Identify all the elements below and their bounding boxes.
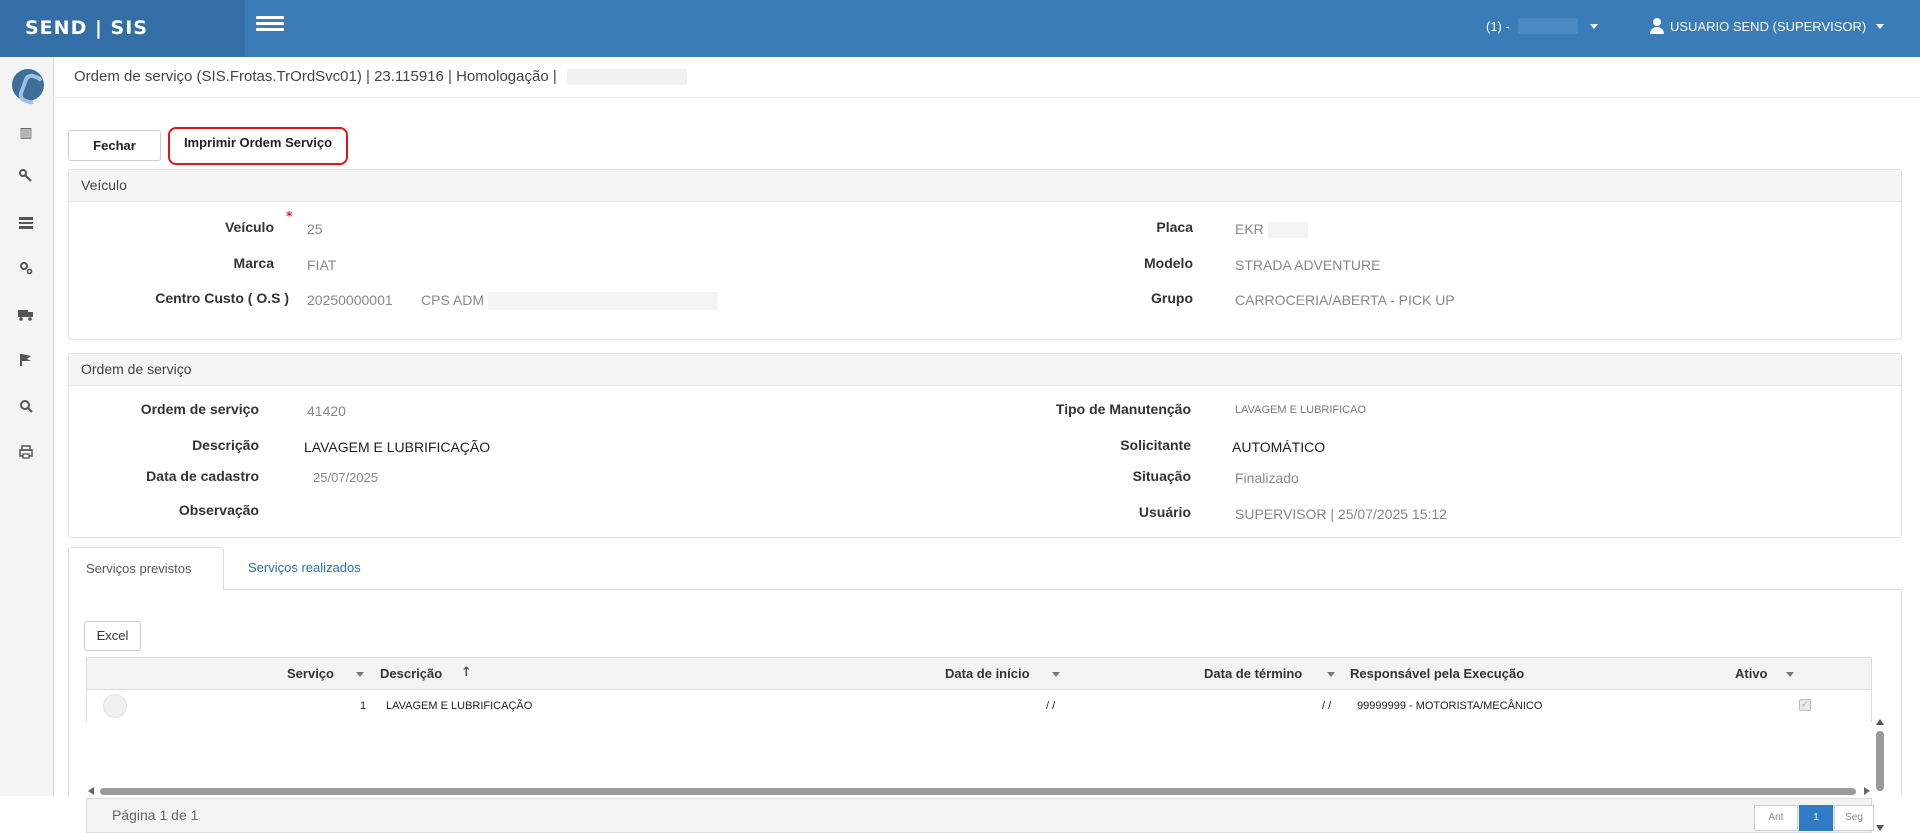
col-data-inicio[interactable]: Data de início: [945, 666, 1030, 681]
sort-ativo-icon[interactable]: [1786, 672, 1794, 677]
sort-ascending-icon[interactable]: ↑: [461, 665, 472, 680]
prev-page-button[interactable]: Ant: [1754, 805, 1798, 831]
company-label: (1) -: [1486, 18, 1510, 34]
chevron-down-icon: [1589, 23, 1598, 29]
bar-chart-icon[interactable]: ▥: [16, 123, 36, 143]
excel-export-button[interactable]: Excel: [84, 621, 141, 651]
brand-logo[interactable]: SEND | SIS: [0, 0, 245, 57]
col-ativo[interactable]: Ativo: [1735, 666, 1768, 681]
services-grid: Serviço Descrição ↑ Data de início Data …: [86, 657, 1885, 833]
wrench-icon[interactable]: [16, 169, 36, 189]
print-icon[interactable]: [16, 445, 36, 465]
scroll-left-icon[interactable]: [88, 787, 94, 795]
col-responsavel[interactable]: Responsável pela Execução: [1350, 666, 1524, 681]
company-selector[interactable]: (1) -: [1486, 18, 1598, 34]
flag-icon[interactable]: [16, 353, 36, 373]
search-icon[interactable]: [16, 399, 36, 419]
view-row-button[interactable]: [103, 694, 127, 718]
chevron-down-icon: [1876, 23, 1885, 29]
sort-servico-icon[interactable]: [356, 672, 364, 677]
sort-data-termino-icon[interactable]: [1327, 672, 1335, 677]
pager-info: Página 1 de 1: [112, 807, 199, 823]
cell-descricao: LAVAGEM E LUBRIFICAÇÃO: [386, 700, 533, 712]
tab-bar: Serviços previstos Serviços realizados: [68, 547, 1902, 591]
truck-icon[interactable]: [16, 307, 36, 327]
cell-data-inicio: / /: [1046, 700, 1056, 712]
table-row[interactable]: 1 LAVAGEM E LUBRIFICAÇÃO / / / / 9999999…: [86, 690, 1872, 722]
top-bar: SEND | SIS (1) - USUARIO SEND (SUPERVISO…: [0, 0, 1920, 57]
vertical-scroll-thumb[interactable]: [1876, 731, 1884, 791]
pager: Página 1 de 1 Ant 1 Seg: [86, 798, 1874, 833]
hamburger-menu-icon[interactable]: [256, 16, 284, 36]
page-1-button[interactable]: 1: [1799, 805, 1833, 831]
tab-servicos-realizados[interactable]: Serviços realizados: [231, 547, 378, 591]
scroll-down-icon[interactable]: [1876, 825, 1884, 831]
cell-servico: 1: [360, 700, 367, 712]
horizontal-scroll-thumb[interactable]: [100, 788, 1856, 795]
next-page-button[interactable]: Seg: [1834, 805, 1874, 831]
ativo-checkbox[interactable]: ✓: [1799, 699, 1811, 711]
app-logo-icon[interactable]: [12, 69, 44, 101]
company-name-redacted: [1517, 18, 1578, 34]
tab-servicos-previstos[interactable]: Serviços previstos: [68, 547, 224, 591]
tabs-region: Serviços previstos Serviços realizados E…: [55, 57, 1920, 833]
col-servico[interactable]: Serviço: [287, 666, 334, 681]
list-icon[interactable]: [16, 215, 36, 235]
user-icon: [1650, 18, 1664, 34]
cell-responsavel: 99999999 - MOTORISTA/MECÂNICO: [1357, 700, 1543, 712]
sidebar: ▥: [0, 57, 54, 796]
scroll-right-icon[interactable]: [1864, 787, 1870, 795]
sort-data-inicio-icon[interactable]: [1052, 672, 1060, 677]
vertical-scrollbar[interactable]: [1875, 719, 1885, 831]
cell-data-termino: / /: [1322, 700, 1332, 712]
cogs-icon[interactable]: [16, 261, 36, 281]
user-menu[interactable]: USUARIO SEND (SUPERVISOR): [1650, 18, 1885, 34]
col-descricao[interactable]: Descrição: [380, 666, 442, 681]
user-name: USUARIO SEND (SUPERVISOR): [1670, 18, 1867, 34]
scroll-up-icon[interactable]: [1876, 719, 1884, 725]
grid-header: Serviço Descrição ↑ Data de início Data …: [86, 657, 1872, 690]
col-data-termino[interactable]: Data de término: [1204, 666, 1302, 681]
